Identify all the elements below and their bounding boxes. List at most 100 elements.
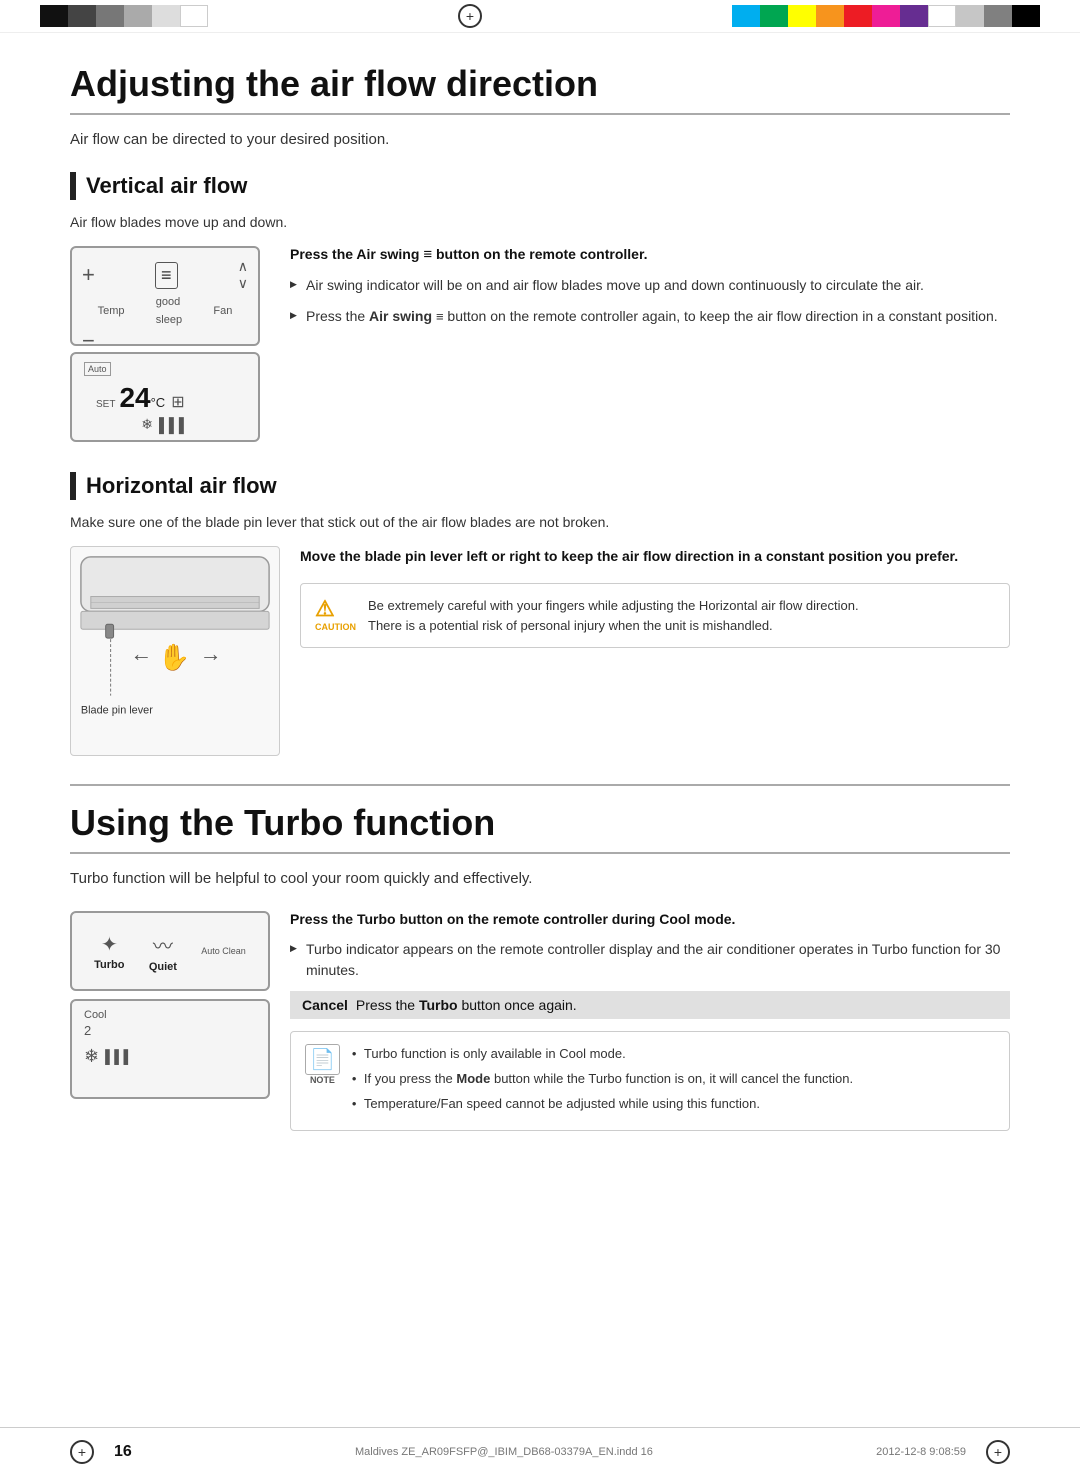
move-instruction: Move the blade pin lever left or right t…: [300, 546, 1010, 567]
swatch-magenta: [872, 5, 900, 27]
swatch-white: [180, 5, 208, 27]
swatch-black: [40, 5, 68, 27]
horizontal-content: ← → ✋ Blade pin lever Move the blade pin…: [70, 546, 1010, 756]
turbo-right-panel: Press the Turbo button on the remote con…: [290, 911, 1010, 1131]
footer-right: 2012-12-8 9:08:59: [876, 1440, 1010, 1464]
caution-box: ⚠ CAUTION Be extremely careful with your…: [300, 583, 1010, 648]
swatch-orange: [816, 5, 844, 27]
note-item-1: Turbo function is only available in Cool…: [352, 1044, 853, 1065]
note-list: Turbo function is only available in Cool…: [352, 1044, 853, 1118]
subsection-bar-horizontal: [70, 472, 76, 500]
arrow-down-icon: ∨: [238, 275, 248, 292]
section-air-flow: Adjusting the air flow direction Air flo…: [70, 63, 1010, 756]
note-icon-area: 📄 NOTE: [305, 1044, 340, 1085]
section-divider: [70, 784, 1010, 786]
swatch-gray2: [984, 5, 1012, 27]
horizontal-right-panel: Move the blade pin lever left or right t…: [300, 546, 1010, 648]
turbo-content: ✦ Turbo 〰 Quiet Auto Clean Cool 2 ❄: [70, 911, 1010, 1131]
remote-control-image: + ≡ ∧ ∨ Temp good: [70, 246, 260, 442]
turbo-btn-label: Turbo: [94, 959, 124, 971]
subsection-bar-vertical: [70, 172, 76, 200]
page-content: Adjusting the air flow direction Air flo…: [0, 33, 1080, 1191]
display-icon: ⊞: [171, 392, 184, 412]
good-sleep-text: goodsleep: [156, 296, 182, 326]
swatch-lighter-gray: [152, 5, 180, 27]
note-document-icon: 📄: [305, 1044, 340, 1075]
page-number: 16: [114, 1443, 132, 1461]
caution-icon-area: ⚠ CAUTION: [315, 596, 356, 632]
fan-label: Fan: [213, 301, 232, 319]
swatch-white2: [928, 5, 956, 27]
button-text: button on the remote controller.: [432, 246, 647, 262]
section-title-turbo: Using the Turbo function: [70, 802, 1010, 854]
ac-unit-image: ← → ✋ Blade pin lever: [70, 546, 280, 756]
svg-text:✋: ✋: [158, 642, 190, 672]
cancel-label: Cancel: [302, 997, 348, 1013]
swatch-silver: [956, 5, 984, 27]
snow-icon-2: ❄: [84, 1046, 99, 1067]
turbo-press-instruction: Press the Turbo button on the remote con…: [290, 911, 1010, 927]
swatch-mid-gray: [96, 5, 124, 27]
note-box: 📄 NOTE Turbo function is only available …: [290, 1031, 1010, 1131]
cool-mode-label: Cool: [84, 1009, 256, 1021]
bullet-item-2: Press the Air swing ≡ button on the remo…: [290, 306, 1010, 327]
swatch-purple: [900, 5, 928, 27]
registration-mark-top: [458, 4, 482, 28]
auto-clean-button: Auto Clean: [201, 946, 246, 956]
color-swatches-left: [40, 5, 208, 27]
bullet-item-1: Air swing indicator will be on and air f…: [290, 275, 1010, 296]
temp-value: 24: [119, 384, 150, 412]
top-color-bar: [0, 0, 1080, 33]
registration-mark-right: [986, 1440, 1010, 1464]
section-intro-air-flow: Air flow can be directed to your desired…: [70, 131, 1010, 148]
remote-top-panel: + ≡ ∧ ∨ Temp good: [70, 246, 260, 346]
swatch-green: [760, 5, 788, 27]
temp-text: Temp: [98, 305, 125, 317]
svg-text:Blade pin lever: Blade pin lever: [81, 704, 153, 716]
swing-icon: ≡: [155, 262, 178, 289]
swatch-dark-gray: [68, 5, 96, 27]
footer-filename: Maldives ZE_AR09FSFP@_IBIM_DB68-03379A_E…: [355, 1446, 653, 1458]
fan-bars-icon: ▌▌▌: [105, 1049, 133, 1064]
turbo-display-icons: ❄ ▌▌▌: [84, 1046, 256, 1067]
caution-label-text: CAUTION: [315, 622, 356, 632]
remote-minus-row: −: [82, 328, 248, 354]
note-item-2: If you press the Mode button while the T…: [352, 1069, 853, 1090]
snow-icon: ❄: [141, 416, 153, 433]
section-title-air-flow: Adjusting the air flow direction: [70, 63, 1010, 115]
plus-icon: +: [82, 262, 95, 288]
turbo-button: ✦ Turbo: [94, 932, 124, 971]
good-sleep-btn: goodsleep: [156, 292, 182, 328]
color-swatches-right: [732, 5, 1040, 27]
caution-text-content: Be extremely careful with your fingers w…: [368, 596, 859, 635]
svg-text:→: →: [200, 641, 222, 666]
footer-date: 2012-12-8 9:08:59: [876, 1446, 966, 1458]
quiet-button: 〰 Quiet: [149, 930, 177, 973]
vertical-desc: Air flow blades move up and down.: [70, 214, 1010, 230]
ac-unit-svg: ← → ✋ Blade pin lever: [71, 547, 279, 755]
swatch-red: [844, 5, 872, 27]
caution-triangle-icon: ⚠: [315, 596, 335, 621]
quiet-btn-icon: 〰: [153, 930, 173, 959]
cancel-bar: Cancel Press the Turbo button once again…: [290, 991, 1010, 1019]
set-label: SET: [96, 399, 115, 410]
section-intro-turbo: Turbo function will be helpful to cool y…: [70, 870, 1010, 887]
swing-symbol: ≡: [423, 246, 432, 263]
fan-arrows: ∧ ∨: [238, 258, 248, 292]
auto-clean-btn-label: Auto Clean: [201, 946, 246, 956]
svg-text:←: ←: [130, 641, 152, 666]
turbo-remote-top-panel: ✦ Turbo 〰 Quiet Auto Clean: [70, 911, 270, 991]
degree-symbol: °C: [151, 395, 166, 410]
remote-top-row: + ≡ ∧ ∨: [82, 258, 248, 292]
horizontal-desc: Make sure one of the blade pin lever tha…: [70, 514, 1010, 530]
swing-button: ≡: [155, 262, 178, 289]
note-label-text: NOTE: [310, 1075, 335, 1085]
swatch-light-gray: [124, 5, 152, 27]
press-text: Press the Air swing: [290, 246, 423, 262]
registration-mark-left: [70, 1440, 94, 1464]
cancel-text: Press the Turbo button once again.: [356, 997, 577, 1013]
arrow-up-icon: ∧: [238, 258, 248, 275]
vertical-instructions: Press the Air swing ≡ button on the remo…: [290, 246, 1010, 337]
vertical-content: + ≡ ∧ ∨ Temp good: [70, 246, 1010, 442]
bars-icon: ▌▌▌: [159, 417, 189, 433]
